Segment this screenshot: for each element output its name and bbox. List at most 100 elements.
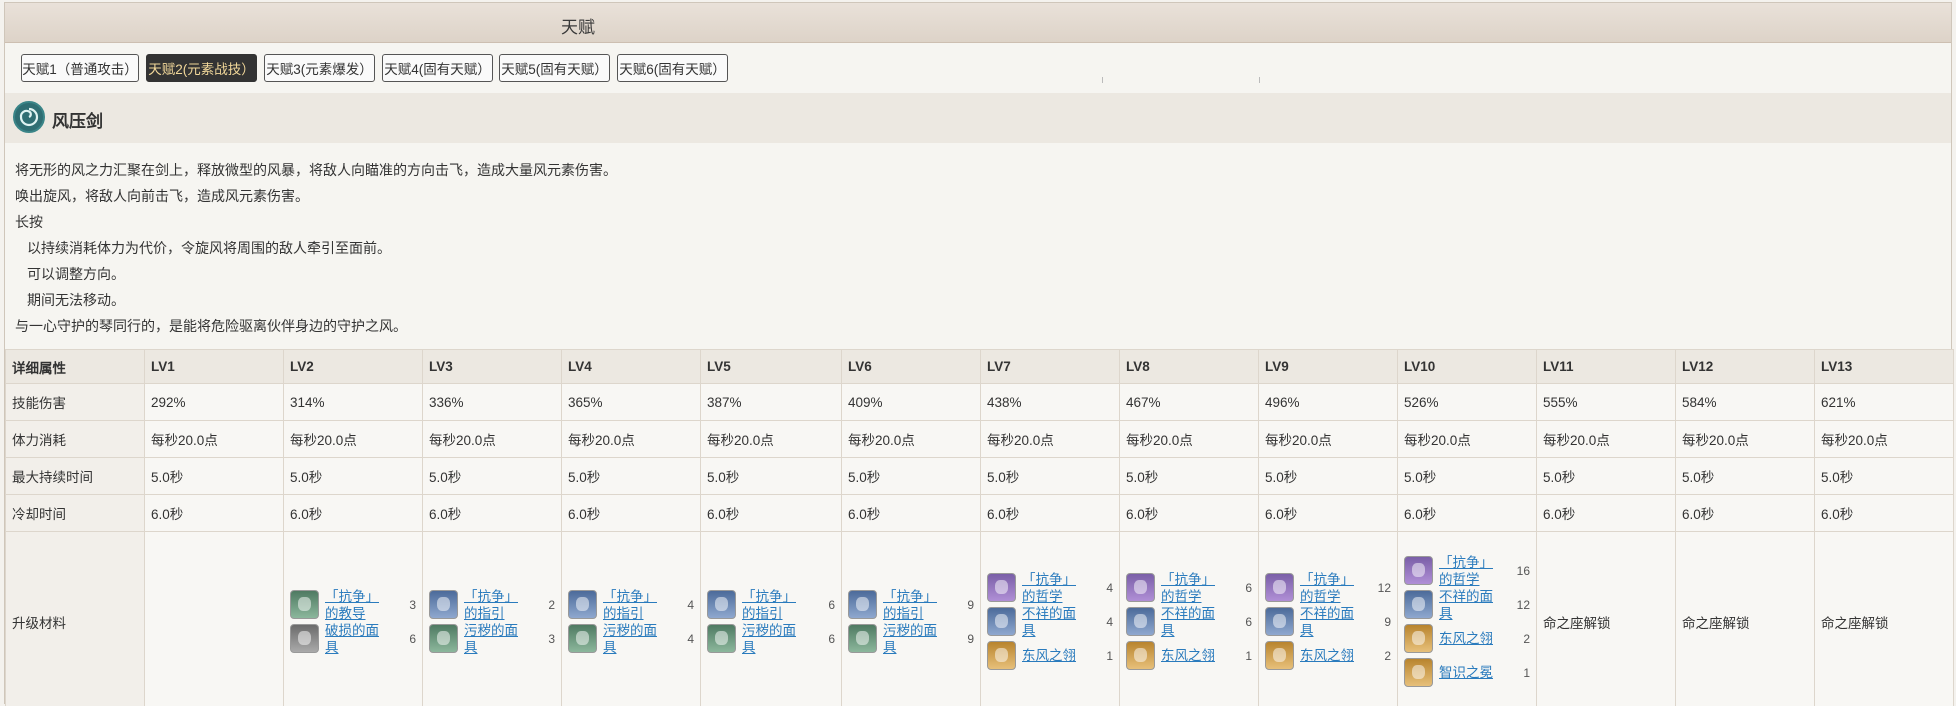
value-cell: 6.0秒 (841, 494, 981, 532)
material-icon (568, 590, 597, 619)
material-link[interactable]: 不祥的面具 (1439, 588, 1499, 622)
material-count: 6 (828, 631, 835, 646)
value-cell: 每秒20.0点 (1675, 420, 1815, 458)
value-cell: 6.0秒 (144, 494, 284, 532)
value-cell: 每秒20.0点 (561, 420, 701, 458)
value-cell: 365% (561, 383, 701, 421)
value-cell: 6.0秒 (561, 494, 701, 532)
value-cell: 每秒20.0点 (1536, 420, 1676, 458)
value-cell: 每秒20.0点 (841, 420, 981, 458)
description-line: 长按 (15, 214, 43, 230)
tab-talent-5[interactable]: 天赋5(固有天赋） (499, 54, 610, 82)
row-label: 升级材料 (5, 531, 145, 706)
material-count: 3 (548, 631, 555, 646)
value-cell: 526% (1397, 383, 1537, 421)
material-link[interactable]: 「抗争」的指引 (883, 588, 943, 622)
skill-header: 风压剑 (5, 93, 1951, 143)
material-link[interactable]: 不祥的面具 (1300, 605, 1360, 639)
material-item: 「抗争」的教导 3 (290, 588, 416, 622)
material-link[interactable]: 「抗争」的哲学 (1022, 571, 1082, 605)
material-item: 不祥的面具 4 (987, 605, 1113, 639)
material-item: 不祥的面具 9 (1265, 605, 1391, 639)
materials-cell: 命之座解锁 (1675, 531, 1815, 706)
value-cell: 每秒20.0点 (283, 420, 423, 458)
tab-talent-2[interactable]: 天赋2(元素战技） (146, 54, 257, 82)
material-item: 污秽的面具 6 (707, 622, 835, 656)
material-icon (429, 590, 458, 619)
material-link[interactable]: 「抗争」的哲学 (1161, 571, 1221, 605)
tab-talent-3[interactable]: 天赋3(元素爆发） (264, 54, 375, 82)
header-cell-level: LV9 (1258, 349, 1398, 384)
tab-talent-1[interactable]: 天赋1（普通攻击） (21, 54, 139, 82)
value-cell: 每秒20.0点 (1397, 420, 1537, 458)
value-cell: 5.0秒 (1814, 457, 1954, 495)
material-link[interactable]: 破损的面具 (325, 622, 385, 656)
materials-cell: 「抗争」的指引 4 污秽的面具 4 (561, 531, 701, 706)
material-icon (290, 590, 319, 619)
value-cell: 584% (1675, 383, 1815, 421)
material-count: 4 (687, 597, 694, 612)
header-cell-level: LV12 (1675, 349, 1815, 384)
material-link[interactable]: 污秽的面具 (742, 622, 802, 656)
material-item: 「抗争」的指引 6 (707, 588, 835, 622)
material-link[interactable]: 不祥的面具 (1161, 605, 1221, 639)
material-link[interactable]: 污秽的面具 (464, 622, 524, 656)
value-cell: 6.0秒 (1675, 494, 1815, 532)
material-item: 污秽的面具 9 (848, 622, 974, 656)
value-cell: 每秒20.0点 (980, 420, 1120, 458)
material-link[interactable]: 不祥的面具 (1022, 605, 1082, 639)
material-count: 9 (967, 631, 974, 646)
material-icon (848, 624, 877, 653)
material-item: 智识之冕 1 (1404, 656, 1530, 690)
material-link[interactable]: 「抗争」的指引 (742, 588, 802, 622)
materials-list: 「抗争」的哲学 12 不祥的面具 9 东风之翎 2 (1265, 571, 1391, 673)
anemo-swirl-icon (13, 101, 45, 133)
material-link[interactable]: 东风之翎 (1439, 630, 1499, 647)
material-item: 「抗争」的哲学 4 (987, 571, 1113, 605)
material-icon (1126, 573, 1155, 602)
material-link[interactable]: 东风之翎 (1022, 647, 1082, 664)
value-cell: 387% (700, 383, 842, 421)
material-icon (707, 624, 736, 653)
tab-talent-4[interactable]: 天赋4(固有天赋） (382, 54, 493, 82)
material-icon (290, 624, 319, 653)
material-count: 6 (1245, 614, 1252, 629)
tab-talent-6[interactable]: 天赋6(固有天赋） (617, 54, 728, 82)
material-link[interactable]: 「抗争」的哲学 (1439, 554, 1499, 588)
materials-cell: 「抗争」的指引 2 污秽的面具 3 (422, 531, 562, 706)
material-link[interactable]: 智识之冕 (1439, 664, 1499, 681)
materials-list: 「抗争」的指引 6 污秽的面具 6 (707, 588, 835, 656)
material-count: 4 (1106, 580, 1113, 595)
material-link[interactable]: 东风之翎 (1300, 647, 1360, 664)
value-cell: 467% (1119, 383, 1259, 421)
value-cell: 5.0秒 (1536, 457, 1676, 495)
material-icon (568, 624, 597, 653)
header-cell-level: LV2 (283, 349, 423, 384)
material-link[interactable]: 污秽的面具 (603, 622, 663, 656)
material-link[interactable]: 「抗争」的哲学 (1300, 571, 1360, 605)
material-icon (1265, 641, 1294, 670)
material-icon (1404, 590, 1433, 619)
value-cell: 555% (1536, 383, 1676, 421)
material-link[interactable]: 「抗争」的指引 (464, 588, 524, 622)
value-cell: 5.0秒 (1119, 457, 1259, 495)
value-cell: 6.0秒 (422, 494, 562, 532)
material-item: 破损的面具 6 (290, 622, 416, 656)
material-link[interactable]: 污秽的面具 (883, 622, 943, 656)
divider-tick (1102, 77, 1103, 83)
table-row: 技能伤害 292% 314% 336% 365% 387% 409% 438% 467% 496%… (5, 383, 1954, 421)
material-count: 16 (1516, 563, 1530, 578)
row-label: 冷却时间 (5, 494, 145, 532)
material-count: 9 (967, 597, 974, 612)
header-cell-attribute: 详细属性 (5, 349, 145, 384)
material-link[interactable]: 「抗争」的指引 (603, 588, 663, 622)
material-link[interactable]: 东风之翎 (1161, 647, 1221, 664)
material-item: 东风之翎 1 (987, 639, 1113, 673)
row-label: 技能伤害 (5, 383, 145, 421)
material-count: 4 (687, 631, 694, 646)
material-link[interactable]: 「抗争」的教导 (325, 588, 385, 622)
material-item: 「抗争」的哲学 16 (1404, 554, 1530, 588)
material-item: 不祥的面具 12 (1404, 588, 1530, 622)
material-count: 12 (1377, 580, 1391, 595)
value-cell: 每秒20.0点 (422, 420, 562, 458)
